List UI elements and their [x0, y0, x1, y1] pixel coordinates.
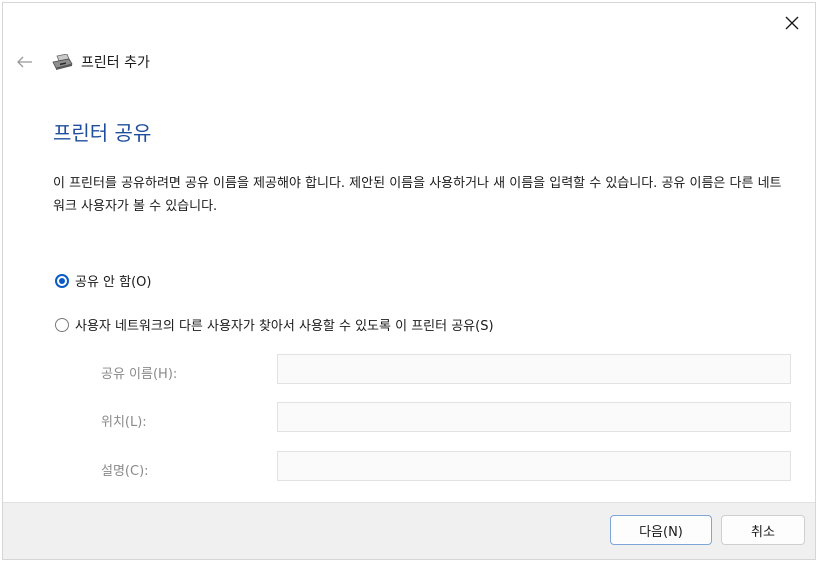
printer-icon — [51, 53, 73, 71]
page-description: 이 프린터를 공유하려면 공유 이름을 제공해야 합니다. 제안된 이름을 사용… — [53, 176, 782, 214]
comment-label: 설명(C): — [101, 464, 149, 479]
share-option[interactable]: 사용자 네트워크의 다른 사용자가 찾아서 사용할 수 있도록 이 프린터 공유… — [55, 315, 494, 334]
cancel-button[interactable]: 취소 — [721, 515, 805, 545]
location-label: 위치(L): — [101, 415, 147, 430]
no-share-label: 공유 안 함(O) — [75, 275, 152, 290]
wizard-title: 프린터 추가 — [81, 55, 150, 71]
location-input[interactable] — [277, 402, 791, 432]
comment-input[interactable] — [277, 451, 791, 481]
dialog-footer: 다음(N) 취소 — [3, 502, 815, 559]
share-radio[interactable] — [55, 317, 69, 332]
back-button[interactable] — [13, 50, 37, 74]
back-arrow-icon — [17, 53, 33, 72]
share-name-label: 공유 이름(H): — [101, 367, 178, 382]
no-share-option[interactable]: 공유 안 함(O) — [55, 271, 151, 290]
close-button[interactable] — [777, 9, 807, 39]
wizard-header: 프린터 추가 — [13, 47, 150, 77]
share-label: 사용자 네트워크의 다른 사용자가 찾아서 사용할 수 있도록 이 프린터 공유… — [75, 319, 494, 334]
page-title: 프린터 공유 — [53, 121, 152, 145]
close-icon — [785, 15, 799, 34]
no-share-radio[interactable] — [55, 273, 69, 288]
share-name-input[interactable] — [277, 354, 791, 384]
next-button[interactable]: 다음(N) — [610, 515, 712, 545]
add-printer-dialog: 프린터 추가 프린터 공유 이 프린터를 공유하려면 공유 이름을 제공해야 합… — [2, 2, 816, 560]
